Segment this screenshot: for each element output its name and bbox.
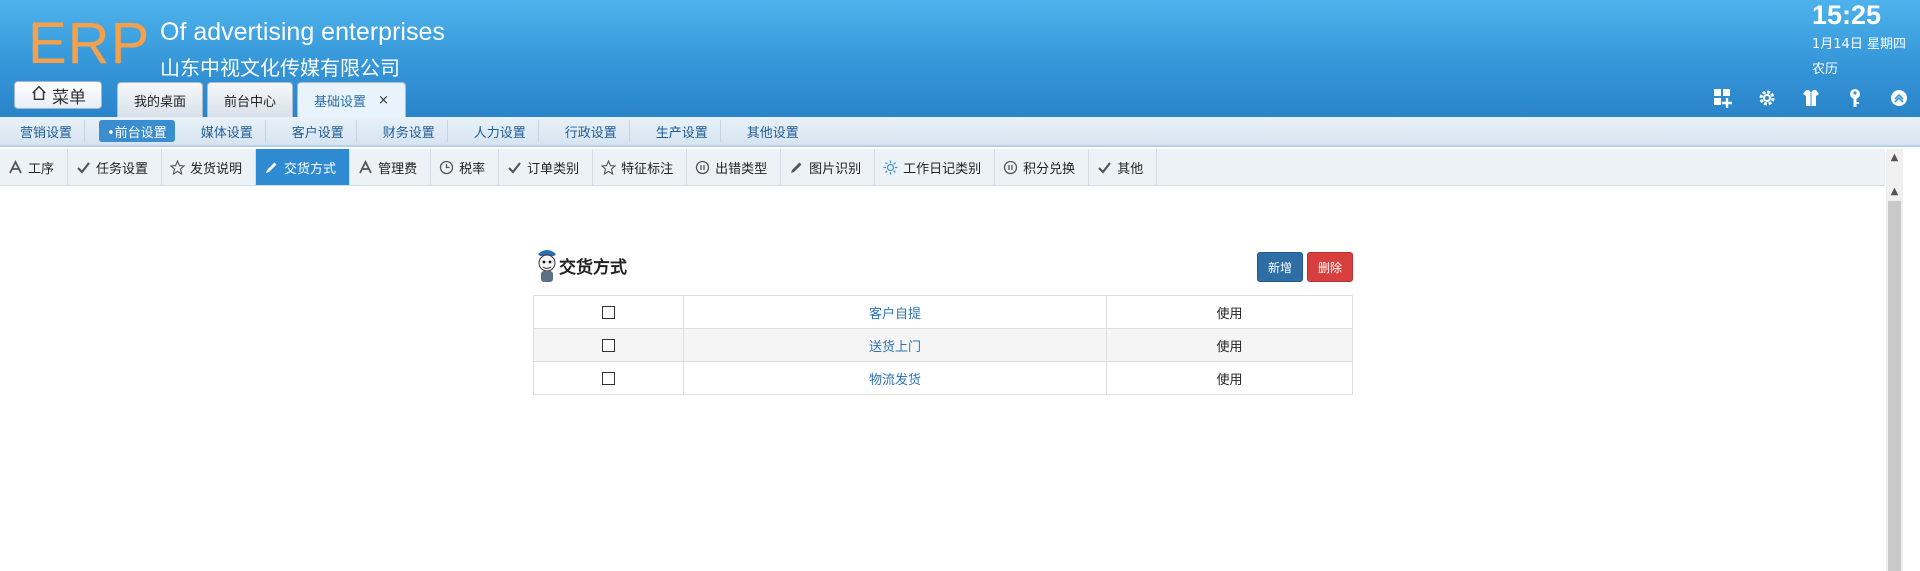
header-toolbar [1712, 87, 1910, 109]
status-cell: 使用 [1106, 328, 1353, 362]
clock-icon [439, 160, 454, 175]
home-icon [30, 84, 48, 107]
subtab-work-diary-category[interactable]: 工作日记类别 [875, 149, 996, 185]
delivery-method-panel: 交货方式 新增 删除 客户自提 使用 送货上门 使用 物流发货 使用 [533, 246, 1353, 395]
check-icon [1097, 160, 1112, 175]
star-icon [601, 159, 617, 175]
gear-icon[interactable] [1756, 87, 1778, 109]
sub-tab-bar: 工序 任务设置 发货说明 交货方式 管理费 税率 订单类别 特征标注 出错类型 … [0, 149, 1885, 186]
subtab-other[interactable]: 其他 [1089, 149, 1158, 185]
letter-a-icon [8, 159, 23, 175]
pause-circle-icon [695, 160, 710, 175]
collapse-up-icon[interactable] [1888, 87, 1910, 109]
table-row: 物流发货 使用 [533, 361, 1353, 395]
delivery-method-link[interactable]: 客户自提 [683, 295, 1107, 329]
module-marketing[interactable]: 营销设置 [8, 120, 86, 142]
table-row: 送货上门 使用 [533, 328, 1353, 362]
module-front-desk[interactable]: •前台设置 [99, 120, 175, 142]
company-name-en: Of advertising enterprises [160, 18, 445, 46]
subtab-points-exchange[interactable]: 积分兑换 [995, 149, 1090, 185]
shirt-icon[interactable] [1800, 87, 1822, 109]
module-production[interactable]: 生产设置 [644, 120, 721, 142]
clock-date: 1月14日 星期四 [1812, 37, 1906, 52]
panel-title: 交货方式 [559, 258, 627, 278]
clock-time: 15:25 [1812, 0, 1882, 30]
company-name-cn: 山东中视文化传媒有限公司 [160, 56, 400, 80]
row-select-cell [533, 295, 684, 329]
sun-icon [883, 160, 898, 175]
star-icon [170, 159, 186, 175]
delivery-method-link[interactable]: 物流发货 [683, 361, 1107, 395]
subtab-image-recognition[interactable]: 图片识别 [781, 149, 876, 185]
subtab-shipping-notes[interactable]: 发货说明 [162, 149, 257, 185]
menu-label: 菜单 [52, 87, 86, 108]
vertical-scrollbar[interactable]: ▲ ▲ [1886, 149, 1903, 571]
app-header: ERP Of advertising enterprises 山东中视文化传媒有… [0, 0, 1920, 117]
delivery-method-table: 客户自提 使用 送货上门 使用 物流发货 使用 [533, 295, 1353, 395]
scroll-thumb[interactable] [1888, 201, 1901, 571]
row-checkbox[interactable] [602, 305, 615, 319]
table-row: 客户自提 使用 [533, 295, 1353, 329]
subtab-delivery-method[interactable]: 交货方式 [256, 149, 351, 185]
pencil-icon [789, 160, 804, 175]
subtab-feature-mark[interactable]: 特征标注 [593, 149, 688, 185]
check-icon [76, 160, 91, 175]
subtab-task-settings[interactable]: 任务设置 [68, 149, 163, 185]
pause-circle-icon [1003, 160, 1018, 175]
scroll-up-arrow-icon[interactable]: ▲ [1886, 151, 1903, 165]
module-other[interactable]: 其他设置 [735, 120, 811, 142]
tab-front-center[interactable]: 前台中心 [207, 82, 294, 117]
status-cell: 使用 [1106, 295, 1353, 329]
module-hr[interactable]: 人力设置 [462, 120, 539, 142]
subtab-management-fee[interactable]: 管理费 [350, 149, 432, 185]
scroll-up-arrow-icon[interactable]: ▲ [1886, 185, 1903, 199]
grid-add-icon[interactable] [1712, 87, 1734, 109]
delete-button[interactable]: 删除 [1306, 252, 1353, 282]
module-media[interactable]: 媒体设置 [189, 120, 266, 142]
subtab-order-category[interactable]: 订单类别 [499, 149, 594, 185]
module-nav: 营销设置 •前台设置 媒体设置 客户设置 财务设置 人力设置 行政设置 生产设置… [0, 117, 1920, 147]
module-admin[interactable]: 行政设置 [553, 120, 630, 142]
module-finance[interactable]: 财务设置 [371, 120, 448, 142]
row-select-cell [533, 361, 684, 395]
subtab-process[interactable]: 工序 [0, 149, 69, 185]
letter-a-icon [358, 159, 373, 175]
status-cell: 使用 [1106, 361, 1353, 395]
tab-my-desktop[interactable]: 我的桌面 [117, 82, 204, 117]
row-checkbox[interactable] [602, 338, 615, 352]
pencil-icon [264, 160, 279, 175]
row-select-cell [533, 328, 684, 362]
top-tab-bar: 我的桌面 前台中心 基础设置 × [117, 82, 406, 117]
module-customer[interactable]: 客户设置 [280, 120, 357, 142]
erp-logo: ERP [28, 11, 151, 76]
delivery-method-link[interactable]: 送货上门 [683, 328, 1107, 362]
tab-basic-settings[interactable]: 基础设置 × [297, 82, 406, 117]
subtab-tax-rate[interactable]: 税率 [431, 149, 500, 185]
add-button[interactable]: 新增 [1256, 252, 1303, 282]
clock-lunar: 农历 [1812, 62, 1839, 77]
panel-header: 交货方式 新增 删除 [533, 246, 1353, 286]
key-icon[interactable] [1844, 87, 1866, 109]
menu-button[interactable]: 菜单 [14, 81, 102, 109]
check-icon [507, 160, 522, 175]
close-icon[interactable]: × [378, 93, 389, 108]
row-checkbox[interactable] [602, 371, 615, 385]
cartoon-avatar-icon [535, 246, 559, 284]
subtab-error-type[interactable]: 出错类型 [687, 149, 782, 185]
